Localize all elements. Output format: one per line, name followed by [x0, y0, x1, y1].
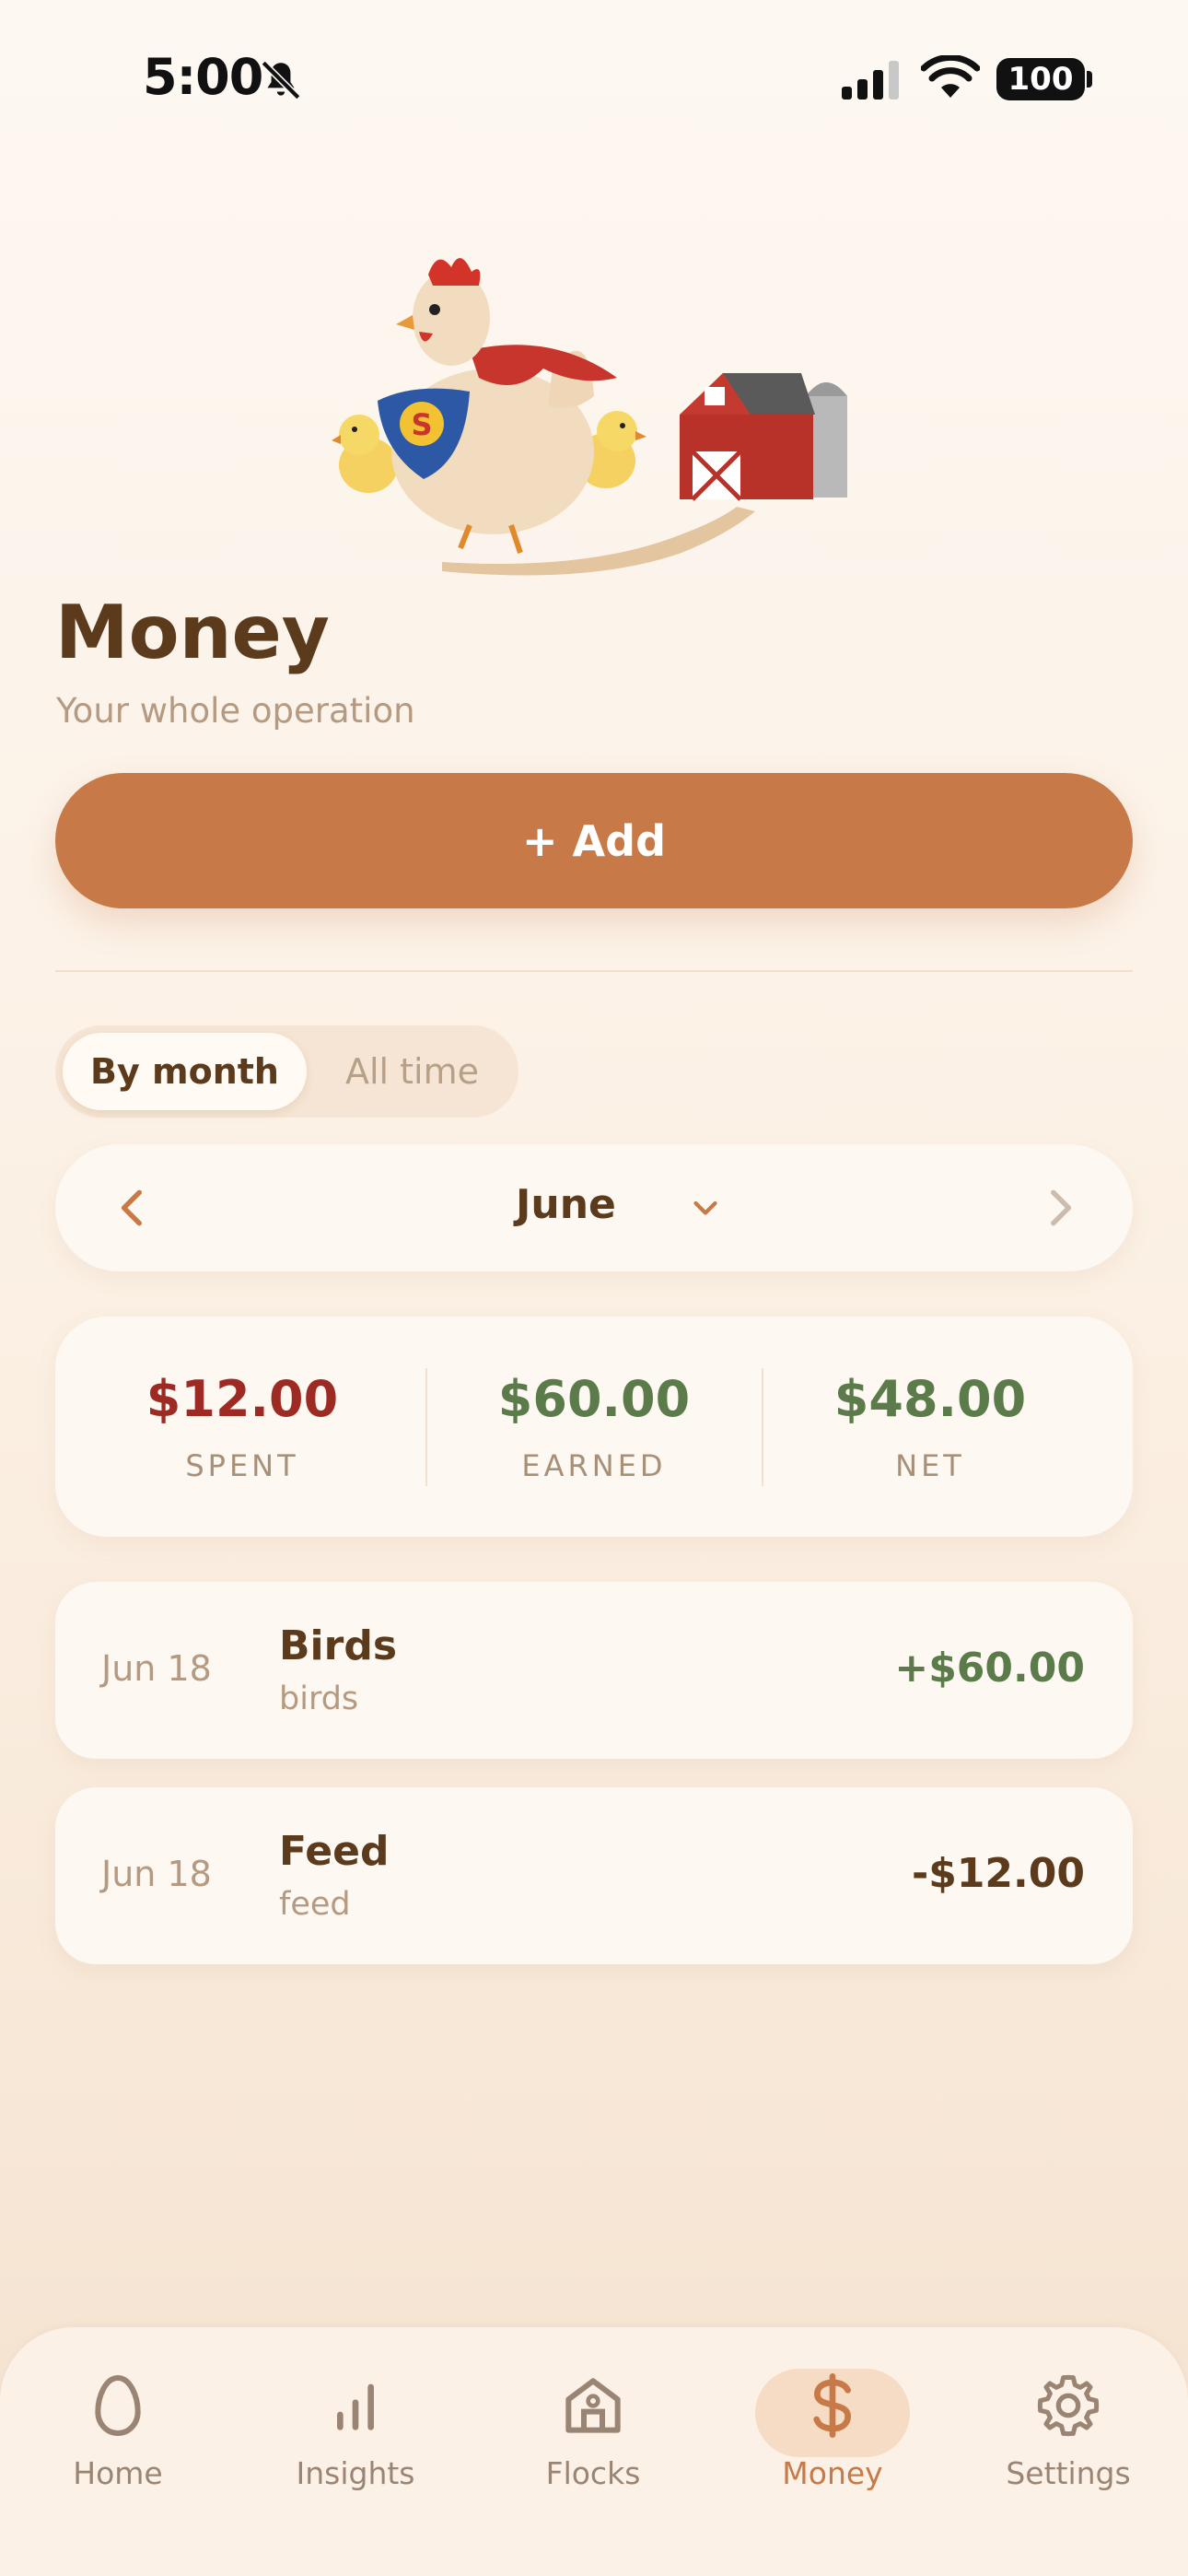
transaction-date: Jun 18: [101, 1648, 212, 1689]
status-bar: 5:00 100: [0, 0, 1188, 157]
gear-icon: [1037, 2374, 1100, 2437]
cellular-signal-icon: [842, 61, 899, 100]
svg-text:S: S: [411, 407, 432, 442]
bar-chart-icon: [337, 2383, 374, 2430]
bell-muted-icon: [261, 60, 301, 100]
divider: [55, 970, 1133, 972]
status-time: 5:00: [143, 48, 263, 106]
transaction-category: feed: [279, 1886, 351, 1923]
transaction-amount: -$12.00: [911, 1850, 1085, 1897]
tab-home[interactable]: Home: [26, 2369, 210, 2498]
tab-settings[interactable]: Settings: [976, 2369, 1160, 2498]
battery-tip: [1087, 71, 1092, 88]
add-button[interactable]: + Add: [55, 773, 1133, 908]
earned-value: $60.00: [497, 1370, 691, 1428]
chevron-left-icon[interactable]: [111, 1185, 157, 1231]
page-subtitle: Your whole operation: [56, 691, 415, 731]
spent-label: SPENT: [185, 1448, 299, 1483]
by-month-option[interactable]: By month: [63, 1033, 307, 1110]
transaction-category: birds: [279, 1680, 359, 1717]
earned-summary: $60.00 EARNED: [425, 1317, 763, 1537]
transaction-row[interactable]: Jun 18 Birds birds +$60.00: [55, 1582, 1133, 1759]
net-label: NET: [895, 1448, 965, 1483]
period-toggle: By month All time: [55, 1025, 518, 1118]
tab-label: Insights: [296, 2455, 415, 2491]
tab-label: Home: [73, 2455, 163, 2491]
month-navigator: June: [55, 1144, 1133, 1271]
month-label[interactable]: June: [516, 1181, 616, 1228]
summary-card: $12.00 SPENT $60.00 EARNED $48.00 NET: [55, 1317, 1133, 1537]
tab-insights[interactable]: Insights: [263, 2369, 448, 2498]
tab-label: Settings: [1006, 2455, 1131, 2491]
chevron-down-icon[interactable]: [689, 1192, 722, 1225]
dollar-icon: [813, 2373, 852, 2438]
transaction-amount: +$60.00: [894, 1645, 1085, 1692]
spent-value: $12.00: [146, 1370, 339, 1428]
barn-icon: [565, 2378, 621, 2433]
page-title: Money: [55, 590, 330, 675]
net-summary: $48.00 NET: [762, 1317, 1099, 1537]
tab-label: Flocks: [545, 2455, 641, 2491]
egg-icon: [95, 2374, 141, 2437]
wifi-icon: [921, 55, 980, 98]
transaction-title: Birds: [279, 1622, 398, 1669]
tab-flocks[interactable]: Flocks: [501, 2369, 685, 2498]
all-time-option[interactable]: All time: [313, 1033, 511, 1110]
earned-label: EARNED: [521, 1448, 667, 1483]
spent-summary: $12.00 SPENT: [74, 1317, 411, 1537]
tab-label: Money: [782, 2455, 883, 2491]
battery-indicator: 100: [996, 58, 1085, 100]
tab-money[interactable]: Money: [740, 2369, 925, 2498]
net-value: $48.00: [833, 1370, 1027, 1428]
transaction-title: Feed: [279, 1828, 390, 1875]
hen-and-barn-illustration: S: [332, 258, 847, 576]
transaction-row[interactable]: Jun 18 Feed feed -$12.00: [55, 1787, 1133, 1964]
transaction-date: Jun 18: [101, 1854, 212, 1894]
chevron-right-icon[interactable]: [1036, 1185, 1082, 1231]
